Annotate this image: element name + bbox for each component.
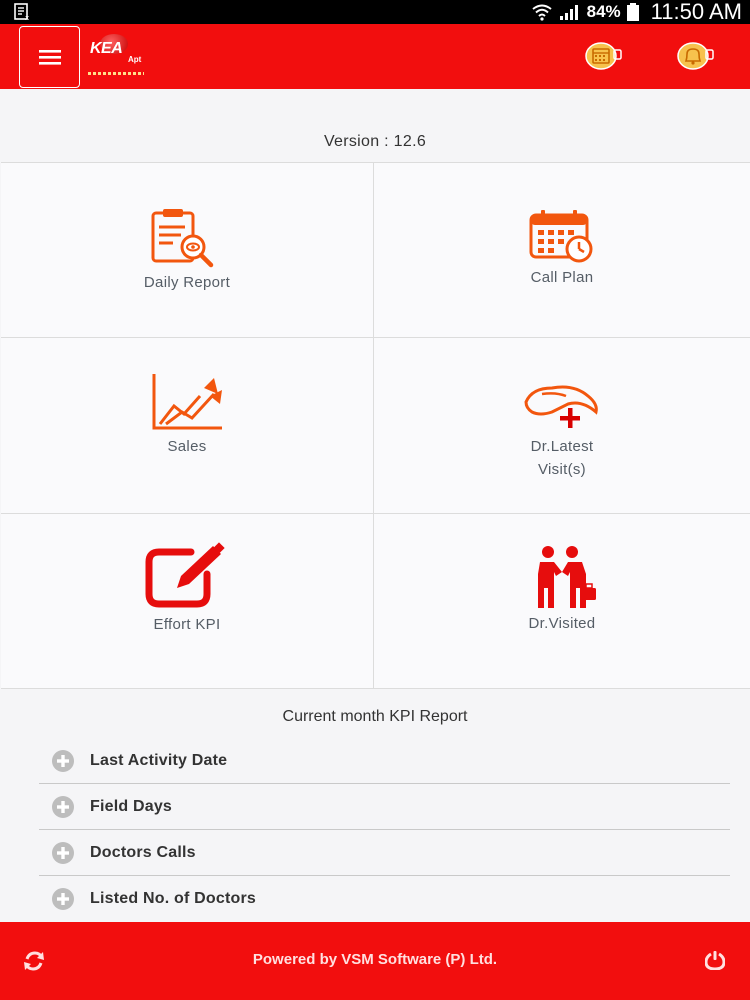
plus-circle-icon bbox=[52, 796, 74, 818]
menu-icon bbox=[38, 50, 61, 65]
kpi-label: Doctors Calls bbox=[90, 843, 196, 861]
footer-bar: Powered by VSM Software (P) Ltd. bbox=[0, 922, 750, 1000]
kpi-item-listed-doctors[interactable]: Listed No. of Doctors bbox=[39, 876, 730, 922]
clock: 11:50 AM bbox=[650, 0, 742, 24]
logo-subtext: Apt bbox=[128, 55, 142, 64]
status-bar: x 84% 11:50 AM bbox=[0, 0, 750, 24]
wifi-icon bbox=[532, 4, 552, 21]
tile-daily-report[interactable]: Daily Report bbox=[1, 163, 374, 338]
edit-square-icon bbox=[145, 542, 225, 608]
tile-label-call-plan: Call Plan bbox=[530, 269, 594, 286]
calendar-clock-icon bbox=[529, 210, 593, 263]
power-icon[interactable] bbox=[705, 950, 725, 970]
battery-icon bbox=[626, 3, 639, 21]
battery-percent: 84% bbox=[586, 2, 621, 21]
tile-label-effort-kpi: Effort KPI bbox=[153, 616, 221, 633]
app-bar: KEA Apt bbox=[0, 24, 750, 89]
report-search-icon bbox=[151, 209, 214, 268]
kpi-item-last-activity-date[interactable]: Last Activity Date bbox=[39, 738, 730, 784]
tile-dr-visited[interactable]: Dr.Visited bbox=[374, 514, 750, 689]
tile-label-dr-visited: Dr.Visited bbox=[528, 615, 596, 632]
handshake-icon bbox=[538, 546, 596, 608]
hand-plus-icon bbox=[524, 385, 598, 428]
tile-label-dr-latest-line1: Dr.Latest bbox=[530, 438, 594, 455]
plus-circle-icon bbox=[52, 842, 74, 864]
kpi-label: Last Activity Date bbox=[90, 751, 228, 769]
growth-chart-icon bbox=[152, 374, 222, 430]
kpi-label: Listed No. of Doctors bbox=[90, 890, 256, 907]
plus-circle-icon bbox=[52, 888, 74, 910]
tile-sales[interactable]: Sales bbox=[1, 338, 374, 514]
kpi-label: Field Days bbox=[90, 797, 173, 815]
signal-icon bbox=[559, 5, 578, 20]
calendar-icon[interactable] bbox=[583, 40, 623, 72]
status-right: 84% 11:50 AM bbox=[531, 0, 742, 24]
version-label: Version : 12.6 bbox=[323, 133, 427, 150]
menu-grid: Daily Report Call Plan Sales Dr.Latest V… bbox=[1, 162, 750, 689]
tile-dr-latest-visits[interactable]: Dr.Latest Visit(s) bbox=[374, 338, 750, 514]
sim-icon: x bbox=[14, 3, 29, 21]
menu-button[interactable] bbox=[19, 26, 80, 88]
tile-effort-kpi[interactable]: Effort KPI bbox=[1, 514, 374, 689]
logo-tagline bbox=[88, 72, 144, 75]
logo-text: KEA bbox=[90, 40, 123, 57]
kpi-report-title: Current month KPI Report bbox=[282, 708, 468, 725]
kpi-item-field-days[interactable]: Field Days bbox=[39, 784, 730, 830]
svg-text:x: x bbox=[25, 14, 29, 21]
bell-icon[interactable] bbox=[675, 40, 715, 72]
tile-label-dr-latest-line2: Visit(s) bbox=[538, 461, 586, 478]
kpi-item-doctors-calls[interactable]: Doctors Calls bbox=[39, 830, 730, 876]
tile-label-sales: Sales bbox=[167, 438, 207, 455]
tile-call-plan[interactable]: Call Plan bbox=[374, 163, 750, 338]
footer-powered-by: Powered by VSM Software (P) Ltd. bbox=[252, 951, 498, 968]
plus-circle-icon bbox=[52, 750, 74, 772]
tile-label-daily-report: Daily Report bbox=[143, 274, 231, 291]
kpi-list: Last Activity Date Field Days Doctors Ca… bbox=[39, 738, 730, 922]
app-logo: KEA Apt bbox=[86, 34, 156, 80]
